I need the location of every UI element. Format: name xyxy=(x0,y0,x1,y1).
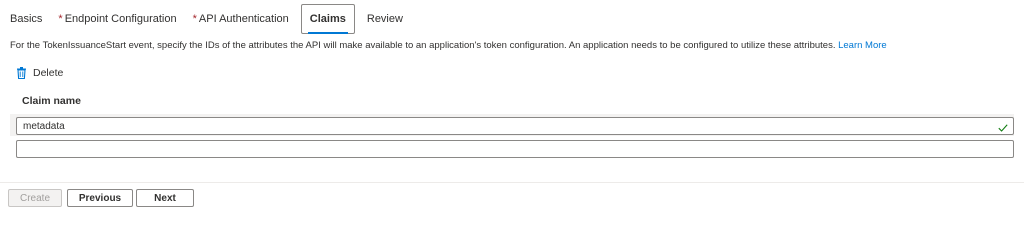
claim-name-input-empty[interactable] xyxy=(16,140,1014,158)
tab-api-authentication[interactable]: * API Authentication xyxy=(185,4,297,34)
tab-basics[interactable]: Basics xyxy=(0,4,50,34)
claims-description: For the TokenIssuanceStart event, specif… xyxy=(10,40,887,51)
tab-label: Review xyxy=(366,13,403,25)
trash-icon xyxy=(16,67,27,79)
claim-name-input[interactable] xyxy=(16,117,1014,135)
learn-more-link[interactable]: Learn More xyxy=(838,40,887,51)
footer-divider xyxy=(0,182,1024,183)
tab-label: Claims xyxy=(309,13,346,25)
required-marker: * xyxy=(58,13,63,25)
wizard-tabs: Basics * Endpoint Configuration * API Auth… xyxy=(0,4,411,34)
tab-label: API Authentication xyxy=(198,13,289,25)
required-marker: * xyxy=(192,13,197,25)
tab-label: Endpoint Configuration xyxy=(64,13,177,25)
previous-button[interactable]: Previous xyxy=(67,189,133,207)
description-text: For the TokenIssuanceStart event, specif… xyxy=(10,40,836,51)
next-button[interactable]: Next xyxy=(136,189,194,207)
create-button[interactable]: Create xyxy=(8,189,62,207)
tab-endpoint-configuration[interactable]: * Endpoint Configuration xyxy=(50,4,184,34)
tab-label: Basics xyxy=(10,13,43,25)
delete-label: Delete xyxy=(33,67,64,79)
tab-claims[interactable]: Claims xyxy=(300,4,355,34)
checkmark-icon xyxy=(998,119,1008,137)
tab-review[interactable]: Review xyxy=(359,4,411,34)
delete-button[interactable]: Delete xyxy=(16,67,63,79)
claim-name-column-header: Claim name xyxy=(22,95,81,107)
wizard-page: Basics * Endpoint Configuration * API Auth… xyxy=(0,0,1024,212)
